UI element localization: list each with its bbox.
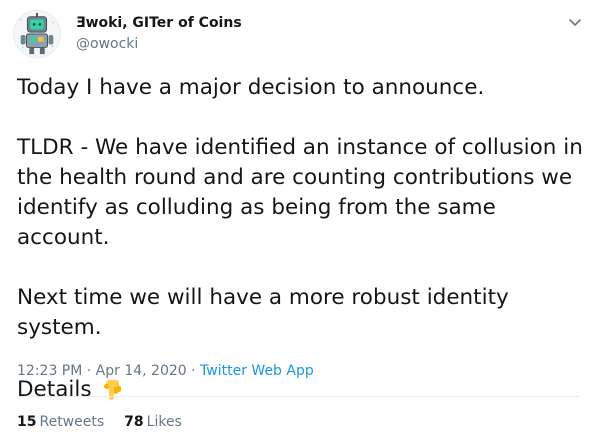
robot-avatar-icon: [14, 11, 60, 57]
retweets-label: Retweets: [39, 414, 105, 430]
likes-count: 78: [124, 414, 144, 430]
divider: [17, 396, 580, 397]
chevron-down-icon: [569, 19, 581, 26]
author-handle[interactable]: @owocki: [76, 34, 242, 54]
author-display-name[interactable]: Ǝwoki, GITer of Coins: [76, 13, 242, 33]
retweets-count: 15: [17, 414, 37, 430]
tweet-paragraph-2: TLDR - We have identified an instance of…: [17, 135, 583, 250]
engagement-stats: 15 Retweets 78 Likes: [17, 412, 182, 432]
meta-separator: ·: [186, 363, 201, 379]
timestamp[interactable]: 12:23 PM · Apr 14, 2020: [17, 363, 187, 379]
tweet-text: Today I have a major decision to announc…: [17, 73, 587, 405]
tweet-meta: 12:23 PM · Apr 14, 2020 · Twitter Web Ap…: [17, 361, 314, 381]
tweet-card: Ǝwoki, GITer of Coins @owocki Today I ha…: [0, 0, 597, 447]
more-options-button[interactable]: [566, 14, 584, 32]
avatar[interactable]: [13, 10, 61, 58]
author-block: Ǝwoki, GITer of Coins @owocki: [76, 13, 242, 54]
retweets-stat[interactable]: 15 Retweets: [17, 412, 104, 432]
likes-label: Likes: [146, 414, 182, 430]
tweet-paragraph-3: Next time we will have a more robust ide…: [17, 285, 509, 340]
likes-stat[interactable]: 78 Likes: [124, 412, 182, 432]
source-link[interactable]: Twitter Web App: [200, 363, 314, 379]
tweet-paragraph-1: Today I have a major decision to announc…: [17, 75, 485, 100]
